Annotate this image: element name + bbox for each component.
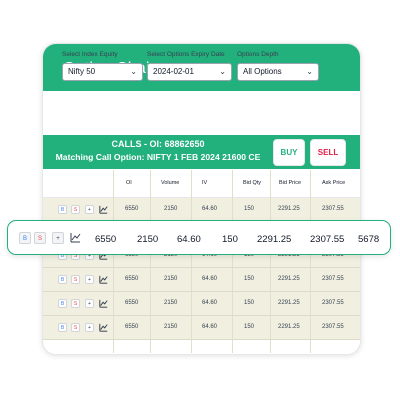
cell-bid-price: 2291.25 xyxy=(278,206,300,212)
cell-volume: 2150 xyxy=(164,300,178,306)
column-divider xyxy=(270,170,271,353)
row-add-button[interactable]: + xyxy=(52,232,64,244)
highlight-bid-price: 2291.25 xyxy=(257,234,292,245)
row-buy-button[interactable]: B xyxy=(58,205,67,214)
chevron-down-icon: ⌄ xyxy=(306,67,313,76)
cell-volume: 2150 xyxy=(164,324,178,330)
index-select[interactable]: Nifty 50 ⌄ xyxy=(62,63,143,81)
column-divider xyxy=(150,170,151,353)
sell-button[interactable]: SELL xyxy=(310,139,346,166)
expiry-select-value: 2024-02-01 xyxy=(153,67,194,76)
cell-iv: 64.60 xyxy=(202,276,218,282)
col-header-bid-price: Bid Price xyxy=(279,180,302,186)
buy-button[interactable]: BUY xyxy=(273,139,305,166)
col-header-oi: OI xyxy=(126,180,132,186)
cell-iv: 64.60 xyxy=(202,300,218,306)
highlight-ask-price: 2307.55 xyxy=(310,234,345,245)
cell-oi: 6550 xyxy=(125,324,139,330)
chevron-down-icon: ⌄ xyxy=(219,67,226,76)
column-divider xyxy=(191,170,192,353)
row-sell-button[interactable]: S xyxy=(71,205,80,214)
row-buy-button[interactable]: B xyxy=(58,323,67,332)
column-divider xyxy=(113,170,114,353)
chart-icon[interactable] xyxy=(99,275,108,284)
index-select-value: Nifty 50 xyxy=(68,67,96,76)
highlight-volume: 2150 xyxy=(137,234,159,245)
col-header-bid-qty: Bid Qty xyxy=(243,180,262,186)
row-add-button[interactable]: + xyxy=(85,323,94,332)
cell-bid-qty: 150 xyxy=(244,324,255,330)
calls-oi-text: CALLS - OI: 68862650 xyxy=(111,139,205,149)
cell-bid-qty: 150 xyxy=(244,300,255,306)
col-header-iv: IV xyxy=(202,180,208,186)
expiry-select[interactable]: 2024-02-01 ⌄ xyxy=(147,63,232,81)
col-header-ask-price: Ask Price xyxy=(322,180,346,186)
matching-option-text: Matching Call Option: NIFTY 1 FEB 2024 2… xyxy=(55,152,261,162)
cell-oi: 6550 xyxy=(125,206,139,212)
chevron-down-icon: ⌄ xyxy=(130,67,137,76)
highlight-oi: 6550 xyxy=(95,234,117,245)
cell-bid-qty: 150 xyxy=(244,206,255,212)
chart-icon[interactable] xyxy=(99,205,108,214)
cell-volume: 2150 xyxy=(164,206,178,212)
depth-label: Options Depth xyxy=(237,51,279,58)
column-divider xyxy=(232,170,233,353)
cell-ask-price: 2307.55 xyxy=(322,300,344,306)
expiry-label: Select Options Expiry Date xyxy=(147,51,225,58)
highlight-iv: 64.60 xyxy=(177,234,201,245)
row-sell-button[interactable]: S xyxy=(71,299,80,308)
row-add-button[interactable]: + xyxy=(85,299,94,308)
cell-iv: 64.60 xyxy=(202,206,218,212)
cell-ask-price: 2307.55 xyxy=(322,206,344,212)
cell-oi: 6550 xyxy=(125,300,139,306)
row-buy-button[interactable]: B xyxy=(58,299,67,308)
index-label: Select Index Equity xyxy=(62,51,118,58)
row-sell-button[interactable]: S xyxy=(34,232,46,244)
depth-select[interactable]: All Options ⌄ xyxy=(237,63,319,81)
chart-icon[interactable] xyxy=(99,299,108,308)
depth-select-value: All Options xyxy=(243,67,282,76)
cell-bid-price: 2291.25 xyxy=(278,300,300,306)
row-sell-button[interactable]: S xyxy=(71,323,80,332)
cell-oi: 6550 xyxy=(125,276,139,282)
cell-ask-price: 2307.55 xyxy=(322,276,344,282)
col-header-volume: Volume xyxy=(161,180,180,186)
highlight-bid-qty: 150 xyxy=(222,234,238,245)
cell-iv: 64.60 xyxy=(202,324,218,330)
cell-bid-qty: 150 xyxy=(244,276,255,282)
row-add-button[interactable]: + xyxy=(85,275,94,284)
cell-volume: 2150 xyxy=(164,276,178,282)
cell-ask-price: 2307.55 xyxy=(322,324,344,330)
cell-bid-price: 2291.25 xyxy=(278,276,300,282)
row-add-button[interactable]: + xyxy=(85,205,94,214)
row-buy-button[interactable]: B xyxy=(58,275,67,284)
cell-bid-price: 2291.25 xyxy=(278,324,300,330)
chart-icon[interactable] xyxy=(99,323,108,332)
highlight-extra-value: 5678 xyxy=(358,234,380,245)
column-divider xyxy=(310,170,311,353)
chart-icon[interactable] xyxy=(69,232,81,244)
row-buy-button[interactable]: B xyxy=(19,232,31,244)
row-sell-button[interactable]: S xyxy=(71,275,80,284)
